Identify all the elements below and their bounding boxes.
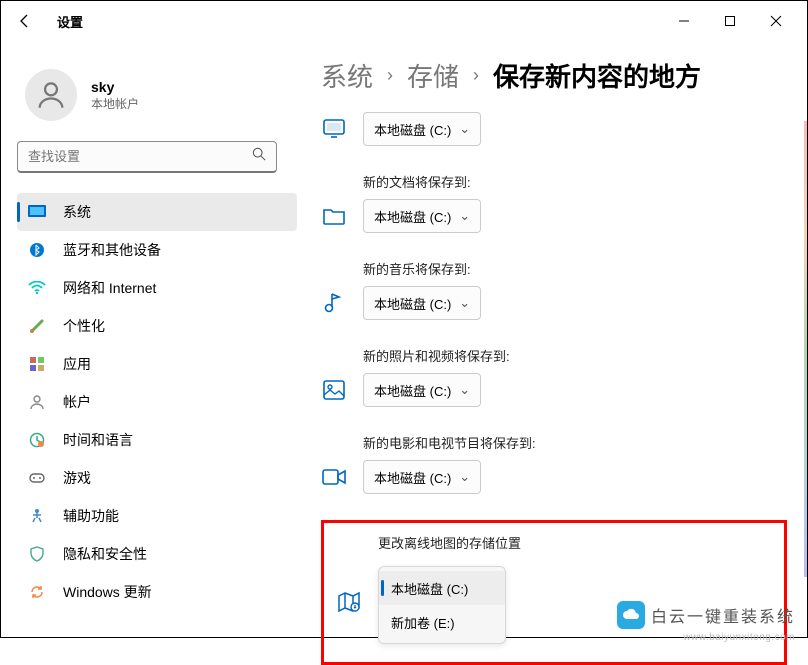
dropdown-value: 本地磁盘 (C:) bbox=[374, 207, 451, 226]
desktop-icon bbox=[321, 116, 347, 142]
movies-location-dropdown[interactable]: 本地磁盘 (C:) ⌄ bbox=[363, 460, 481, 494]
nav-apps[interactable]: 应用 bbox=[17, 345, 297, 383]
music-location-dropdown[interactable]: 本地磁盘 (C:) ⌄ bbox=[363, 286, 481, 320]
gamepad-icon bbox=[27, 468, 47, 488]
username: sky bbox=[91, 79, 139, 95]
nav-time-language[interactable]: 时间和语言 bbox=[17, 421, 297, 459]
breadcrumb-system[interactable]: 系统 bbox=[321, 57, 373, 94]
chevron-down-icon: ⌄ bbox=[459, 295, 470, 311]
dropdown-value: 本地磁盘 (C:) bbox=[374, 381, 451, 400]
video-icon bbox=[321, 464, 347, 490]
search-icon bbox=[252, 147, 266, 166]
breadcrumb: 系统 › 存储 › 保存新内容的地方 bbox=[321, 57, 787, 94]
watermark-text: 白云一键重装系统 bbox=[651, 603, 795, 627]
option-label: 新加卷 (E:) bbox=[391, 613, 455, 632]
dropdown-value: 本地磁盘 (C:) bbox=[374, 294, 451, 313]
maximize-button[interactable] bbox=[707, 5, 753, 37]
user-profile[interactable]: sky 本地帐户 bbox=[17, 61, 297, 141]
chevron-right-icon: › bbox=[473, 65, 479, 86]
map-icon bbox=[336, 589, 362, 615]
accessibility-icon bbox=[27, 506, 47, 526]
watermark: 白云一键重装系统 bbox=[617, 601, 795, 629]
brush-icon bbox=[27, 316, 47, 336]
shield-icon bbox=[27, 544, 47, 564]
page-title: 保存新内容的地方 bbox=[493, 57, 701, 94]
documents-label: 新的文档将保存到: bbox=[363, 172, 787, 191]
nav-gaming[interactable]: 游戏 bbox=[17, 459, 297, 497]
maps-option-e[interactable]: 新加卷 (E:) bbox=[379, 605, 505, 639]
breadcrumb-storage[interactable]: 存储 bbox=[407, 57, 459, 94]
nav-label: 帐户 bbox=[63, 392, 91, 412]
image-icon bbox=[321, 377, 347, 403]
highlight-annotation: 更改离线地图的存储位置 本地磁盘 (C:) 新加卷 (E:) bbox=[321, 520, 787, 665]
chevron-down-icon: ⌄ bbox=[459, 382, 470, 398]
nav-label: 个性化 bbox=[63, 316, 105, 336]
nav-label: 系统 bbox=[63, 202, 91, 222]
music-icon bbox=[321, 290, 347, 316]
maps-location-options: 本地磁盘 (C:) 新加卷 (E:) bbox=[378, 566, 506, 644]
apps-location-dropdown[interactable]: 本地磁盘 (C:) ⌄ bbox=[363, 112, 481, 146]
chevron-down-icon: ⌄ bbox=[459, 208, 470, 224]
apps-icon bbox=[27, 354, 47, 374]
wifi-icon bbox=[27, 278, 47, 298]
chevron-down-icon: ⌄ bbox=[459, 469, 470, 485]
system-icon bbox=[27, 202, 47, 222]
chevron-down-icon: ⌄ bbox=[459, 121, 470, 137]
account-type: 本地帐户 bbox=[91, 95, 139, 112]
nav-label: 游戏 bbox=[63, 468, 91, 488]
nav-label: 应用 bbox=[63, 354, 91, 374]
close-button[interactable] bbox=[753, 5, 799, 37]
maps-option-c[interactable]: 本地磁盘 (C:) bbox=[379, 571, 505, 605]
music-label: 新的音乐将保存到: bbox=[363, 259, 787, 278]
documents-location-dropdown[interactable]: 本地磁盘 (C:) ⌄ bbox=[363, 199, 481, 233]
maps-label: 更改离线地图的存储位置 bbox=[378, 533, 772, 552]
decorative-edge bbox=[804, 121, 807, 577]
dropdown-value: 本地磁盘 (C:) bbox=[374, 120, 451, 139]
nav-label: 蓝牙和其他设备 bbox=[63, 240, 161, 260]
nav-bluetooth[interactable]: 蓝牙和其他设备 bbox=[17, 231, 297, 269]
back-button[interactable] bbox=[9, 5, 41, 37]
nav-system[interactable]: 系统 bbox=[17, 193, 297, 231]
nav-label: 网络和 Internet bbox=[63, 278, 156, 298]
bluetooth-icon bbox=[27, 240, 47, 260]
folder-icon bbox=[321, 203, 347, 229]
nav-privacy[interactable]: 隐私和安全性 bbox=[17, 535, 297, 573]
nav-network[interactable]: 网络和 Internet bbox=[17, 269, 297, 307]
photos-location-dropdown[interactable]: 本地磁盘 (C:) ⌄ bbox=[363, 373, 481, 407]
nav-personalization[interactable]: 个性化 bbox=[17, 307, 297, 345]
option-label: 本地磁盘 (C:) bbox=[391, 579, 468, 598]
update-icon bbox=[27, 582, 47, 602]
minimize-button[interactable] bbox=[661, 5, 707, 37]
account-icon bbox=[27, 392, 47, 412]
cloud-logo-icon bbox=[617, 601, 645, 629]
search-field[interactable] bbox=[28, 149, 252, 164]
nav-update[interactable]: Windows 更新 bbox=[17, 573, 297, 611]
dropdown-value: 本地磁盘 (C:) bbox=[374, 468, 451, 487]
nav-label: Windows 更新 bbox=[63, 582, 152, 602]
nav-accessibility[interactable]: 辅助功能 bbox=[17, 497, 297, 535]
photos-label: 新的照片和视频将保存到: bbox=[363, 346, 787, 365]
nav-accounts[interactable]: 帐户 bbox=[17, 383, 297, 421]
nav-label: 隐私和安全性 bbox=[63, 544, 147, 564]
nav-label: 时间和语言 bbox=[63, 430, 133, 450]
movies-label: 新的电影和电视节目将保存到: bbox=[363, 433, 787, 452]
chevron-right-icon: › bbox=[387, 65, 393, 86]
search-input[interactable] bbox=[17, 141, 277, 173]
window-title: 设置 bbox=[57, 12, 83, 31]
nav-label: 辅助功能 bbox=[63, 506, 119, 526]
clock-icon bbox=[27, 430, 47, 450]
avatar-icon bbox=[25, 69, 77, 121]
